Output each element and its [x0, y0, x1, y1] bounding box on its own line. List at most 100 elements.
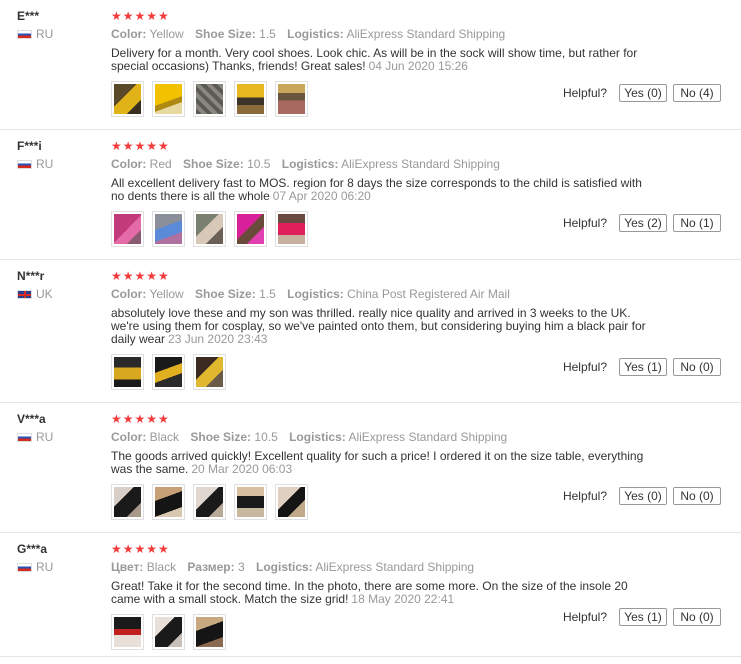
helpful-vote: Helpful? Yes (0) No (0)	[563, 487, 721, 505]
color-label: Color:	[111, 287, 147, 301]
reviewer-name: V***a	[17, 412, 46, 426]
logistics-label: Logistics:	[287, 287, 344, 301]
star-rating: ★★★★★	[111, 542, 170, 556]
review-text: Great! Take it for the second time. In t…	[111, 580, 651, 606]
review-text: All excellent delivery fast to MOS. regi…	[111, 177, 651, 203]
flag-ru-icon	[17, 159, 32, 169]
review-photo[interactable]	[193, 81, 226, 117]
review-attributes: Color: Black Shoe Size: 10.5 Logistics: …	[111, 430, 651, 444]
country-code: UK	[36, 287, 53, 301]
logistics-value: AliExpress Standard Shipping	[346, 27, 506, 41]
logistics-label: Logistics:	[256, 560, 313, 574]
review-item: F***i RU ★★★★★ Color: Red Shoe Size: 10.…	[0, 130, 741, 260]
size-label: Shoe Size:	[183, 157, 244, 171]
review-attributes: Color: Red Shoe Size: 10.5 Logistics: Al…	[111, 157, 651, 171]
review-photo[interactable]	[111, 81, 144, 117]
reviewer-name: F***i	[17, 139, 42, 153]
review-date: 18 May 2020 22:41	[351, 592, 455, 606]
country-code: RU	[36, 157, 54, 171]
review-date: 04 Jun 2020 15:26	[368, 59, 468, 73]
reviewer-country: RU	[17, 430, 53, 444]
review-photo[interactable]	[275, 484, 308, 520]
size-value: 1.5	[259, 27, 276, 41]
vote-yes-button[interactable]: Yes (1)	[619, 358, 667, 376]
review-photo[interactable]	[152, 614, 185, 650]
size-value: 3	[237, 560, 245, 574]
vote-no-button[interactable]: No (0)	[673, 487, 721, 505]
reviewer-name: E***	[17, 9, 40, 23]
vote-yes-button[interactable]: Yes (0)	[619, 84, 667, 102]
reviewer-country: RU	[17, 157, 53, 171]
flag-ru-icon	[17, 432, 32, 442]
color-value: Yellow	[149, 287, 184, 301]
review-photo[interactable]	[193, 484, 226, 520]
helpful-label: Helpful?	[562, 610, 607, 624]
review-photo[interactable]	[152, 211, 185, 247]
helpful-label: Helpful?	[562, 86, 607, 100]
review-photo[interactable]	[152, 354, 185, 390]
review-attributes: Color: Yellow Shoe Size: 1.5 Logistics: …	[111, 27, 651, 41]
vote-no-button[interactable]: No (4)	[673, 84, 721, 102]
reviewer-country: RU	[17, 560, 53, 574]
review-attributes: Color: Yellow Shoe Size: 1.5 Logistics: …	[111, 287, 651, 301]
country-code: RU	[36, 27, 54, 41]
review-item: G***a RU ★★★★★ Цвет: Black Размер: 3 Log…	[0, 533, 741, 657]
review-photo[interactable]	[111, 211, 144, 247]
size-label: Размер:	[187, 560, 235, 574]
reviewer-name: G***a	[17, 542, 48, 556]
logistics-label: Logistics:	[287, 27, 344, 41]
review-photo[interactable]	[152, 484, 185, 520]
star-rating: ★★★★★	[111, 412, 170, 426]
review-photo[interactable]	[111, 484, 144, 520]
vote-yes-button[interactable]: Yes (0)	[619, 487, 667, 505]
vote-no-button[interactable]: No (1)	[673, 214, 721, 232]
review-photo[interactable]	[193, 614, 226, 650]
helpful-vote: Helpful? Yes (1) No (0)	[563, 608, 721, 626]
review-item: V***a RU ★★★★★ Color: Black Shoe Size: 1…	[0, 403, 741, 533]
country-code: RU	[36, 430, 54, 444]
review-photo[interactable]	[193, 211, 226, 247]
size-value: 1.5	[259, 287, 276, 301]
review-text: Delivery for a month. Very cool shoes. L…	[111, 47, 651, 73]
review-photo[interactable]	[275, 81, 308, 117]
vote-yes-button[interactable]: Yes (1)	[619, 608, 667, 626]
review-text: The goods arrived quickly! Excellent qua…	[111, 450, 651, 476]
review-photo[interactable]	[234, 484, 267, 520]
logistics-label: Logistics:	[289, 430, 346, 444]
color-value: Black	[146, 560, 177, 574]
helpful-vote: Helpful? Yes (1) No (0)	[563, 358, 721, 376]
helpful-label: Helpful?	[562, 360, 607, 374]
logistics-value: AliExpress Standard Shipping	[341, 157, 500, 171]
review-photo[interactable]	[152, 81, 185, 117]
size-value: 10.5	[247, 157, 271, 171]
color-value: Black	[149, 430, 180, 444]
vote-no-button[interactable]: No (0)	[673, 358, 721, 376]
star-rating: ★★★★★	[111, 139, 170, 153]
review-photo[interactable]	[111, 354, 144, 390]
vote-no-button[interactable]: No (0)	[673, 608, 721, 626]
review-photo[interactable]	[234, 81, 267, 117]
reviewer-country: RU	[17, 27, 53, 41]
size-label: Shoe Size:	[195, 287, 256, 301]
logistics-value: AliExpress Standard Shipping	[348, 430, 508, 444]
review-photo[interactable]	[234, 211, 267, 247]
review-photo[interactable]	[275, 211, 308, 247]
review-item: N***r UK ★★★★★ Color: Yellow Shoe Size: …	[0, 260, 741, 403]
helpful-label: Helpful?	[562, 489, 607, 503]
color-label: Color:	[111, 27, 147, 41]
review-body: All excellent delivery fast to MOS. regi…	[111, 176, 642, 203]
star-rating: ★★★★★	[111, 269, 170, 283]
color-label: Цвет:	[111, 560, 144, 574]
helpful-vote: Helpful? Yes (2) No (1)	[563, 214, 721, 232]
review-photo[interactable]	[111, 614, 144, 650]
review-photo[interactable]	[193, 354, 226, 390]
review-text: absolutely love these and my son was thr…	[111, 307, 651, 346]
review-attributes: Цвет: Black Размер: 3 Logistics: AliExpr…	[111, 560, 651, 574]
logistics-value: China Post Registered Air Mail	[347, 287, 510, 301]
helpful-label: Helpful?	[562, 216, 607, 230]
vote-yes-button[interactable]: Yes (2)	[619, 214, 667, 232]
country-code: RU	[36, 560, 54, 574]
review-date: 07 Apr 2020 06:20	[272, 189, 371, 203]
size-label: Shoe Size:	[195, 27, 256, 41]
review-date: 20 Mar 2020 06:03	[191, 462, 293, 476]
